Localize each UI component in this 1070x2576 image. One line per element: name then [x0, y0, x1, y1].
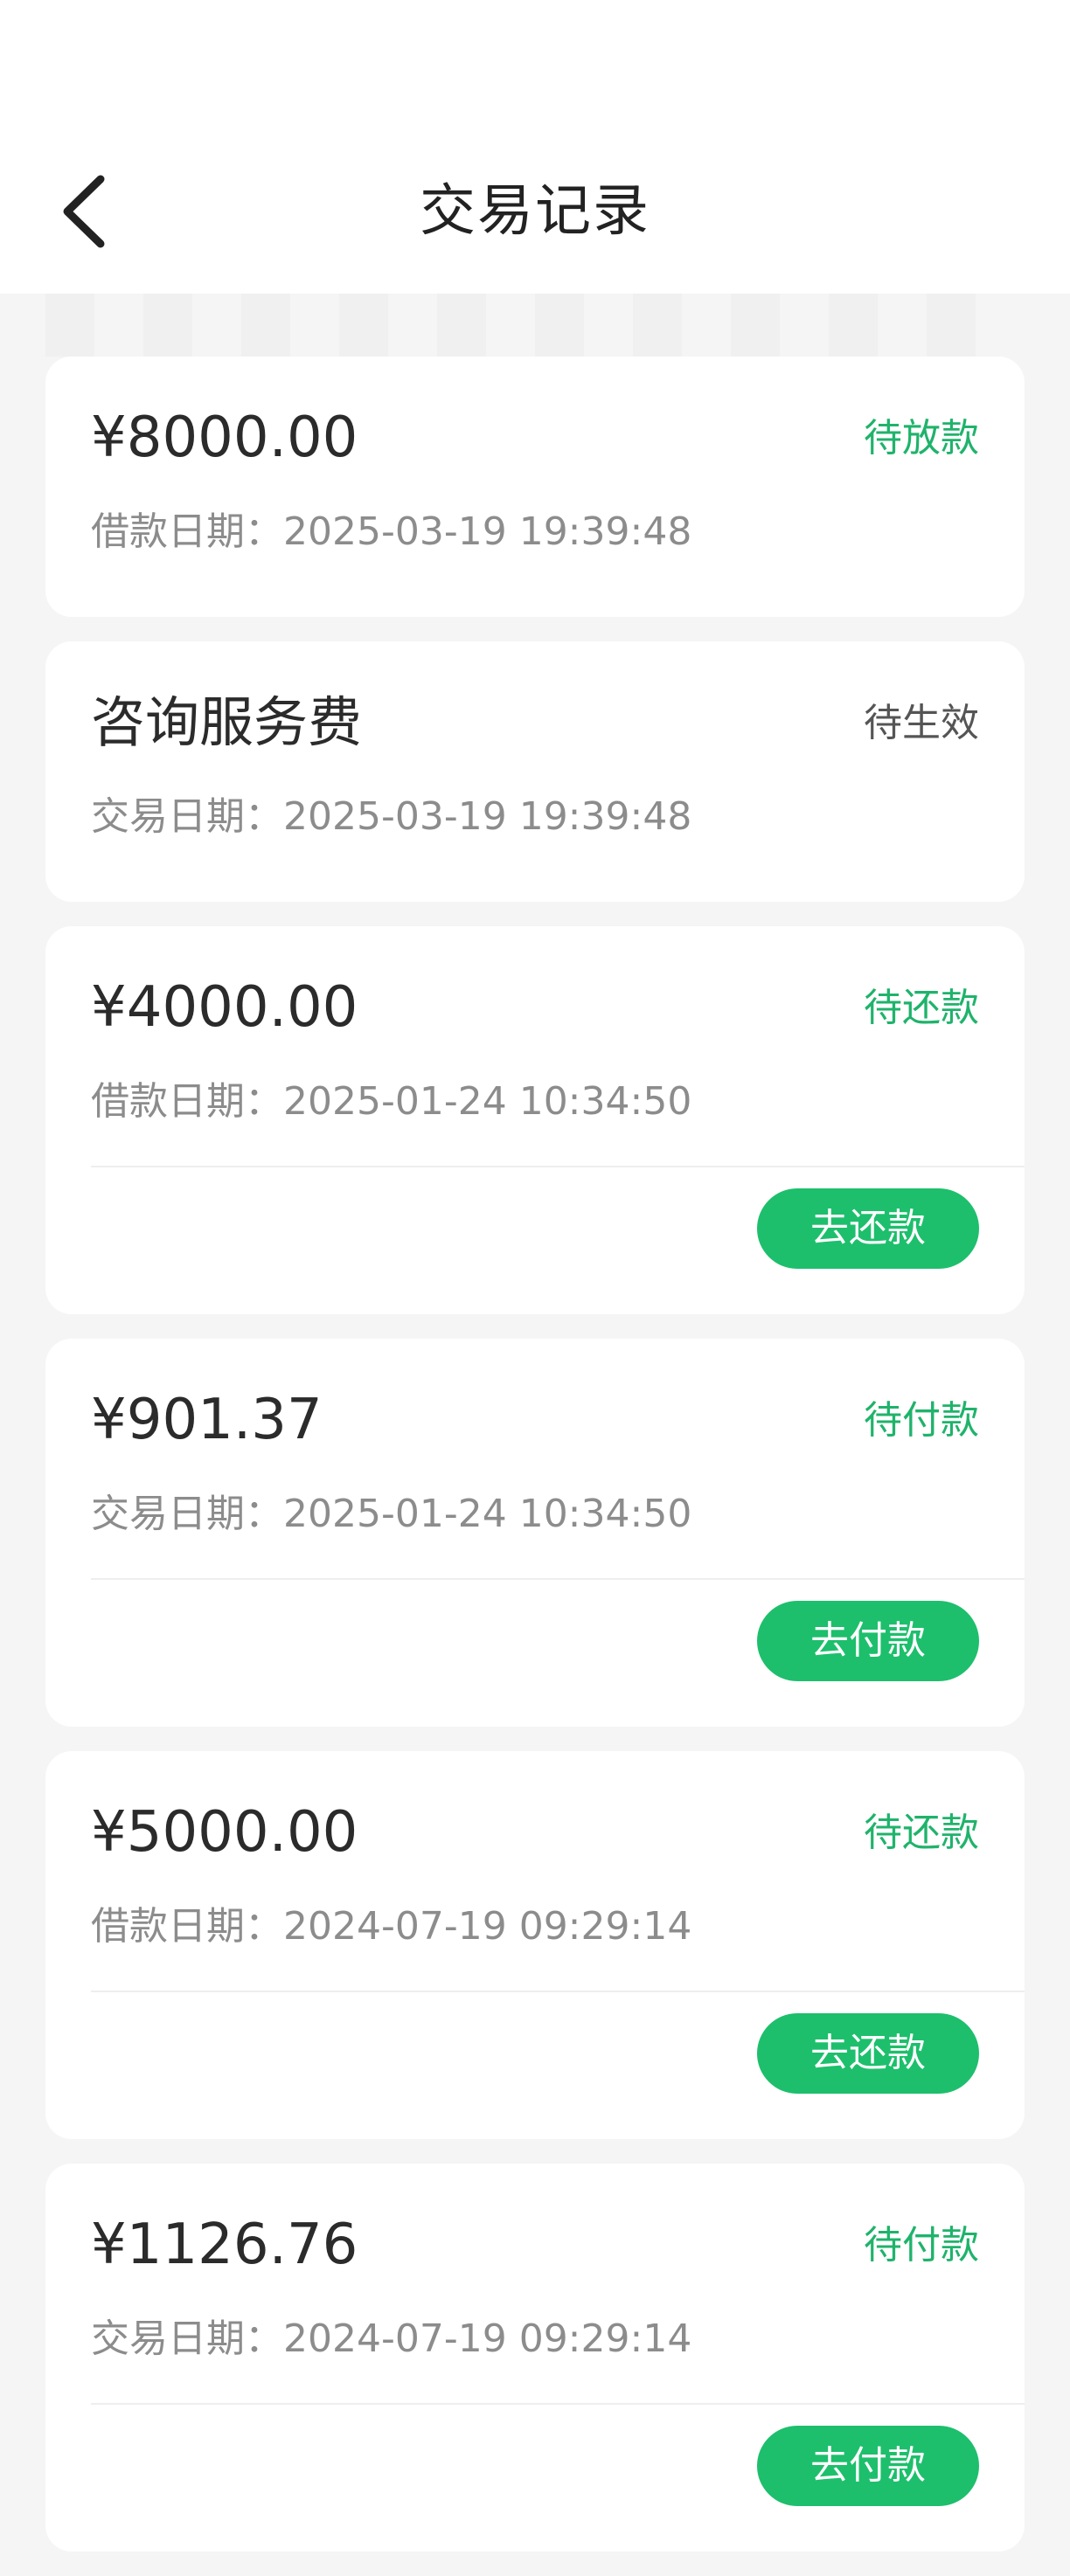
transaction-list: ¥8000.00 待放款 借款日期：2025-03-19 19:39:48 咨询… [45, 357, 1025, 2576]
transaction-card[interactable]: ¥1126.76 待付款 交易日期：2024-07-19 09:29:14 去付… [45, 2164, 1025, 2552]
transaction-title: 咨询服务费 [91, 690, 363, 754]
date-label: 借款日期： [91, 509, 283, 554]
transaction-amount: ¥1126.76 [91, 2212, 358, 2277]
transaction-card[interactable]: ¥901.37 待付款 交易日期：2025-01-24 10:34:50 去付款 [45, 1339, 1025, 1727]
status-bar [0, 0, 1070, 131]
date-label: 借款日期： [91, 1079, 283, 1124]
date-label: 交易日期： [91, 794, 283, 839]
pay-button[interactable]: 去付款 [757, 1601, 979, 1681]
date-value: 2025-01-24 10:34:50 [283, 1079, 692, 1124]
transaction-date-row: 交易日期：2025-03-19 19:39:48 [91, 786, 691, 848]
transaction-date-row: 借款日期：2025-03-19 19:39:48 [91, 502, 691, 563]
transaction-status: 待付款 [864, 1398, 979, 1443]
date-value: 2025-03-19 19:39:48 [283, 509, 692, 554]
transaction-status: 待还款 [864, 1811, 979, 1855]
date-value: 2024-07-19 09:29:14 [283, 1904, 692, 1949]
transaction-date-row: 交易日期：2024-07-19 09:29:14 [91, 2309, 691, 2370]
date-label: 交易日期： [91, 1492, 283, 1536]
transaction-card[interactable]: ¥4000.00 待还款 借款日期：2025-01-24 10:34:50 去还… [45, 926, 1025, 1314]
pay-button[interactable]: 去付款 [757, 2426, 979, 2506]
date-label: 借款日期： [91, 1904, 283, 1949]
card-divider [91, 1166, 1025, 1167]
blurred-area [45, 294, 1025, 357]
transaction-status: 待还款 [864, 986, 979, 1030]
nav-bar: 交易记录 [0, 131, 1070, 294]
transaction-amount: ¥5000.00 [91, 1800, 358, 1865]
transaction-status: 待付款 [864, 2223, 979, 2268]
transaction-status: 待放款 [864, 416, 979, 460]
transaction-amount: ¥901.37 [91, 1388, 323, 1452]
transaction-date-row: 借款日期：2024-07-19 09:29:14 [91, 1896, 691, 1957]
transaction-card[interactable]: 咨询服务费 待生效 交易日期：2025-03-19 19:39:48 [45, 641, 1025, 902]
repay-button[interactable]: 去还款 [757, 2013, 979, 2094]
transaction-date-row: 交易日期：2025-01-24 10:34:50 [91, 1484, 691, 1545]
date-value: 2025-01-24 10:34:50 [283, 1492, 692, 1536]
card-divider [91, 1991, 1025, 1992]
transaction-card[interactable]: ¥8000.00 待放款 借款日期：2025-03-19 19:39:48 [45, 357, 1025, 617]
repay-button[interactable]: 去还款 [757, 1188, 979, 1269]
transaction-amount: ¥4000.00 [91, 975, 358, 1040]
date-value: 2024-07-19 09:29:14 [283, 2316, 692, 2361]
transaction-card[interactable]: ¥5000.00 待还款 借款日期：2024-07-19 09:29:14 去还… [45, 1751, 1025, 2139]
transaction-date-row: 借款日期：2025-01-24 10:34:50 [91, 1071, 691, 1132]
card-divider [91, 2403, 1025, 2405]
transaction-amount: ¥8000.00 [91, 405, 358, 470]
card-divider [91, 1578, 1025, 1580]
page-title: 交易记录 [420, 179, 650, 244]
transaction-status: 待生效 [864, 701, 979, 745]
date-value: 2025-03-19 19:39:48 [283, 794, 692, 839]
date-label: 交易日期： [91, 2316, 283, 2361]
